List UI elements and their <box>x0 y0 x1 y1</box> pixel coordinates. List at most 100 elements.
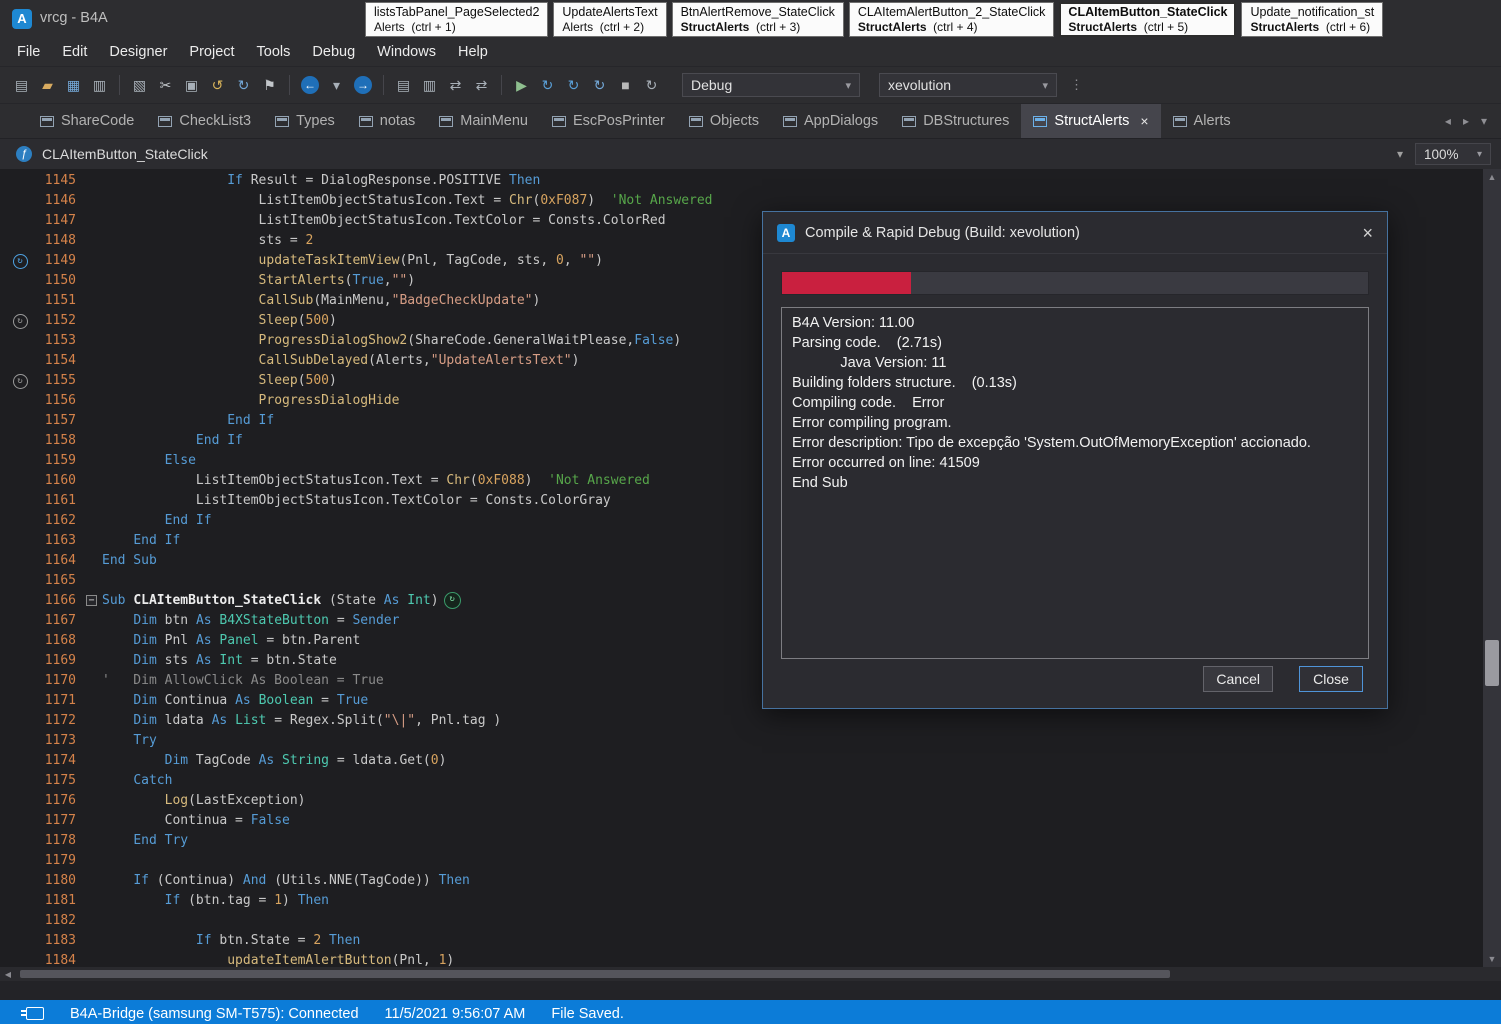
line-number[interactable]: 1167 <box>40 611 86 631</box>
editor-tab-notas[interactable]: notas <box>347 104 427 138</box>
cancel-button[interactable]: Cancel <box>1203 666 1273 692</box>
redo-icon[interactable]: ↻ <box>232 74 255 96</box>
compile-report-icon[interactable]: ▤ <box>392 74 415 96</box>
menu-item-project[interactable]: Project <box>178 40 245 64</box>
quick-tab[interactable]: CLAItemAlertButton_2_StateClickStructAle… <box>849 2 1055 37</box>
run-icon[interactable]: ▶ <box>510 74 533 96</box>
code-text[interactable]: ListItemObjectStatusIcon.TextColor = Con… <box>102 491 611 511</box>
close-button[interactable]: Close <box>1299 666 1363 692</box>
scroll-tabs-right-icon[interactable]: ▸ <box>1463 114 1469 128</box>
copy-icon[interactable]: ▣ <box>180 74 203 96</box>
code-text[interactable]: If Result = DialogResponse.POSITIVE Then <box>102 171 540 191</box>
code-text[interactable]: Continua = False <box>102 811 290 831</box>
scroll-left-icon[interactable]: ◀ <box>0 970 16 979</box>
code-text[interactable]: Dim Continua As Boolean = True <box>102 691 368 711</box>
code-text[interactable]: Catch <box>102 771 172 791</box>
line-number[interactable]: 1172 <box>40 711 86 731</box>
menu-item-windows[interactable]: Windows <box>366 40 447 64</box>
code-text[interactable]: Dim sts As Int = btn.State <box>102 651 337 671</box>
restart-icon[interactable]: ↻ <box>640 74 663 96</box>
line-number[interactable]: 1178 <box>40 831 86 851</box>
cut-icon[interactable]: ✂ <box>154 74 177 96</box>
code-text[interactable]: ListItemObjectStatusIcon.TextColor = Con… <box>102 211 666 231</box>
code-text[interactable]: Dim Pnl As Panel = btn.Parent <box>102 631 360 651</box>
line-number[interactable]: 1170 <box>40 671 86 691</box>
line-number[interactable]: 1152 <box>40 311 86 331</box>
line-number[interactable]: 1179 <box>40 851 86 871</box>
editor-tab-structalerts[interactable]: StructAlerts× <box>1021 104 1160 138</box>
line-number[interactable]: 1150 <box>40 271 86 291</box>
line-number[interactable]: 1153 <box>40 331 86 351</box>
fold-collapse-icon[interactable]: − <box>86 595 97 606</box>
line-number[interactable]: 1176 <box>40 791 86 811</box>
next-sub-icon[interactable]: ⇄ <box>470 74 493 96</box>
code-text[interactable]: updateTaskItemView(Pnl, TagCode, sts, 0,… <box>102 251 603 271</box>
step-over-icon[interactable]: ↻ <box>588 74 611 96</box>
vertical-scrollbar-thumb[interactable] <box>1485 640 1499 686</box>
line-number[interactable]: 1156 <box>40 391 86 411</box>
editor-tab-sharecode[interactable]: ShareCode <box>28 104 146 138</box>
menu-item-designer[interactable]: Designer <box>98 40 178 64</box>
navigate-forward-icon[interactable]: → <box>354 76 372 94</box>
line-number[interactable]: 1147 <box>40 211 86 231</box>
paste-icon[interactable]: ▤ <box>10 74 33 96</box>
scroll-down-icon[interactable]: ▼ <box>1483 951 1501 967</box>
navigate-back-icon[interactable]: ← <box>301 76 319 94</box>
editor-tab-types[interactable]: Types <box>263 104 347 138</box>
line-number[interactable]: 1174 <box>40 751 86 771</box>
code-text[interactable]: Try <box>102 731 157 751</box>
line-number[interactable]: 1180 <box>40 871 86 891</box>
horizontal-scrollbar-thumb[interactable] <box>20 970 1170 978</box>
line-number[interactable]: 1175 <box>40 771 86 791</box>
line-number[interactable]: 1161 <box>40 491 86 511</box>
code-text[interactable]: ListItemObjectStatusIcon.Text = Chr(0xF0… <box>102 471 650 491</box>
code-text[interactable]: End If <box>102 411 274 431</box>
step-into-icon[interactable]: ↻ <box>562 74 585 96</box>
line-number[interactable]: 1158 <box>40 431 86 451</box>
quick-tab[interactable]: listsTabPanel_PageSelected2Alerts (ctrl … <box>365 2 548 37</box>
debug-mode-combobox[interactable]: Debug ▾ <box>682 73 860 97</box>
line-number[interactable]: 1165 <box>40 571 86 591</box>
line-number[interactable]: 1182 <box>40 911 86 931</box>
line-number[interactable]: 1146 <box>40 191 86 211</box>
code-text[interactable]: If (btn.tag = 1) Then <box>102 891 329 911</box>
code-text[interactable]: CallSubDelayed(Alerts,"UpdateAlertsText"… <box>102 351 579 371</box>
save-icon[interactable]: ▦ <box>62 74 85 96</box>
line-number[interactable]: 1169 <box>40 651 86 671</box>
code-text[interactable]: If btn.State = 2 Then <box>102 931 360 951</box>
code-text[interactable]: updateItemAlertButton(Pnl, 1) <box>102 951 454 967</box>
code-text[interactable]: Sub CLAItemButton_StateClick (State As I… <box>102 591 461 611</box>
menu-item-tools[interactable]: Tools <box>246 40 302 64</box>
line-number[interactable]: 1163 <box>40 531 86 551</box>
line-number[interactable]: 1155 <box>40 371 86 391</box>
code-text[interactable]: Dim TagCode As String = ldata.Get(0) <box>102 751 446 771</box>
code-text[interactable]: Dim ldata As List = Regex.Split("\|", Pn… <box>102 711 501 731</box>
line-number[interactable]: 1160 <box>40 471 86 491</box>
bookmark-icon[interactable]: ⚑ <box>258 74 281 96</box>
code-text[interactable]: Log(LastException) <box>102 791 306 811</box>
undo-icon[interactable]: ↺ <box>206 74 229 96</box>
line-number[interactable]: 1168 <box>40 631 86 651</box>
stop-icon[interactable]: ■ <box>614 74 637 96</box>
editor-tab-mainmenu[interactable]: MainMenu <box>427 104 540 138</box>
horizontal-scrollbar[interactable]: ◀ <box>0 967 1483 981</box>
editor-tab-appdialogs[interactable]: AppDialogs <box>771 104 890 138</box>
designer-grid-icon[interactable]: ▧ <box>128 74 151 96</box>
dialog-close-icon[interactable]: × <box>1362 224 1373 242</box>
line-number[interactable]: 1166 <box>40 591 86 611</box>
menu-item-file[interactable]: File <box>6 40 51 64</box>
save-all-icon[interactable]: ▥ <box>88 74 111 96</box>
line-number[interactable]: 1145 <box>40 171 86 191</box>
line-number[interactable]: 1159 <box>40 451 86 471</box>
tab-close-icon[interactable]: × <box>1140 113 1148 129</box>
scroll-up-icon[interactable]: ▲ <box>1483 169 1501 185</box>
code-text[interactable]: End Try <box>102 831 188 851</box>
editor-tab-escposprinter[interactable]: EscPosPrinter <box>540 104 677 138</box>
line-number[interactable]: 1151 <box>40 291 86 311</box>
code-text[interactable]: ' Dim AllowClick As Boolean = True <box>102 671 384 691</box>
code-text[interactable]: Sleep(500) <box>102 311 337 331</box>
editor-tab-objects[interactable]: Objects <box>677 104 771 138</box>
code-text[interactable]: If (Continua) And (Utils.NNE(TagCode)) T… <box>102 871 470 891</box>
code-text[interactable]: End Sub <box>102 551 157 571</box>
line-number[interactable]: 1154 <box>40 351 86 371</box>
